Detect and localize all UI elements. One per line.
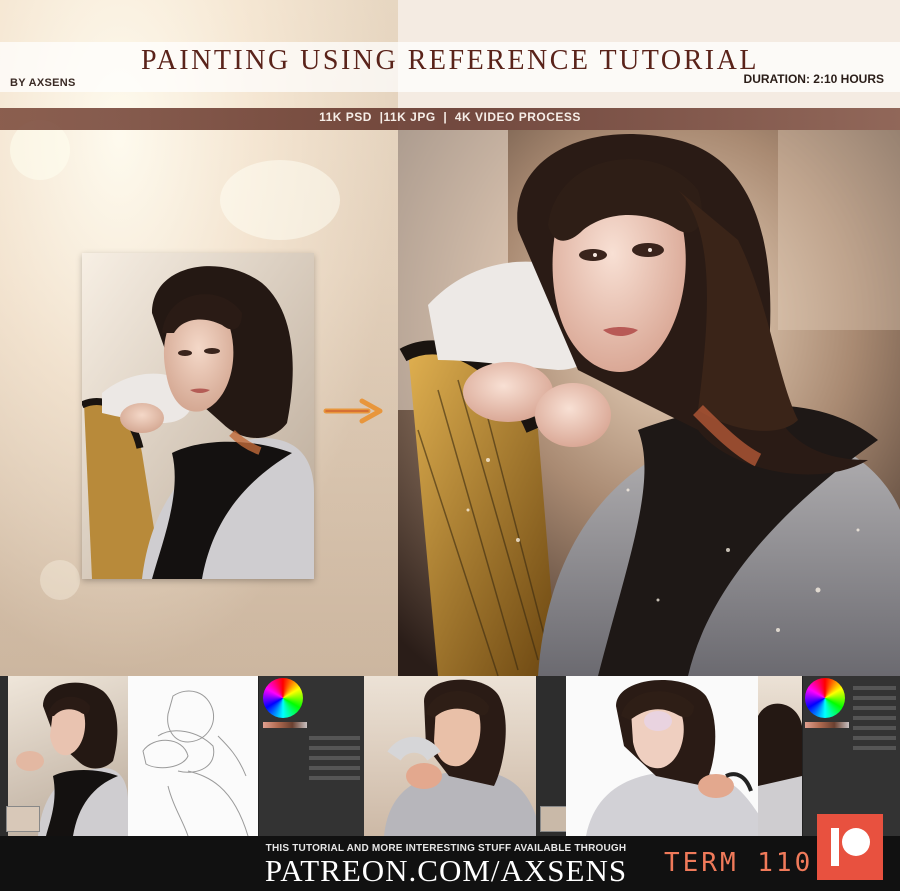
finished-painting bbox=[398, 130, 900, 676]
swatch-row bbox=[805, 722, 849, 728]
bokeh-light bbox=[220, 160, 340, 240]
color-wheel-icon bbox=[805, 678, 845, 718]
process-thumbnail bbox=[566, 676, 760, 836]
bokeh-light bbox=[40, 560, 80, 600]
layer-row bbox=[853, 716, 896, 720]
process-strip bbox=[0, 676, 900, 836]
right-arrow-icon bbox=[323, 398, 383, 424]
reference-photo bbox=[82, 253, 314, 579]
specs-label: 11K PSD |11K JPG | 4K VIDEO PROCESS bbox=[319, 110, 581, 124]
layer-row bbox=[309, 746, 360, 750]
swatch-row bbox=[263, 722, 307, 728]
process-thumbnail bbox=[758, 676, 802, 836]
layer-row bbox=[853, 746, 896, 750]
layer-row bbox=[853, 696, 896, 700]
process-image bbox=[142, 690, 249, 836]
layer-row bbox=[853, 736, 896, 740]
layer-row bbox=[853, 706, 896, 710]
layer-row bbox=[853, 686, 896, 690]
process-image bbox=[384, 679, 536, 836]
patreon-icon[interactable] bbox=[817, 814, 883, 880]
layer-row bbox=[309, 766, 360, 770]
layer-row bbox=[309, 756, 360, 760]
duration-label: DURATION: 2:10 HOURS bbox=[743, 72, 884, 86]
patreon-link[interactable]: PATREON.COM/AXSENS bbox=[236, 853, 656, 889]
term-label: TERM 110 bbox=[664, 848, 814, 878]
process-thumbnail bbox=[6, 806, 40, 832]
layer-row bbox=[853, 726, 896, 730]
process-thumbnail bbox=[128, 676, 260, 836]
layer-row bbox=[309, 736, 360, 740]
author-label: BY AXSENS bbox=[10, 77, 76, 89]
process-image bbox=[586, 679, 760, 836]
color-wheel-icon bbox=[263, 678, 303, 718]
patreon-logo bbox=[831, 828, 870, 866]
process-image bbox=[758, 703, 802, 836]
software-panel bbox=[802, 676, 900, 836]
painting-illustration bbox=[398, 130, 900, 676]
layer-row bbox=[309, 776, 360, 780]
process-thumbnail bbox=[364, 676, 536, 836]
software-panel bbox=[258, 676, 364, 836]
reference-photo-image bbox=[82, 253, 314, 579]
